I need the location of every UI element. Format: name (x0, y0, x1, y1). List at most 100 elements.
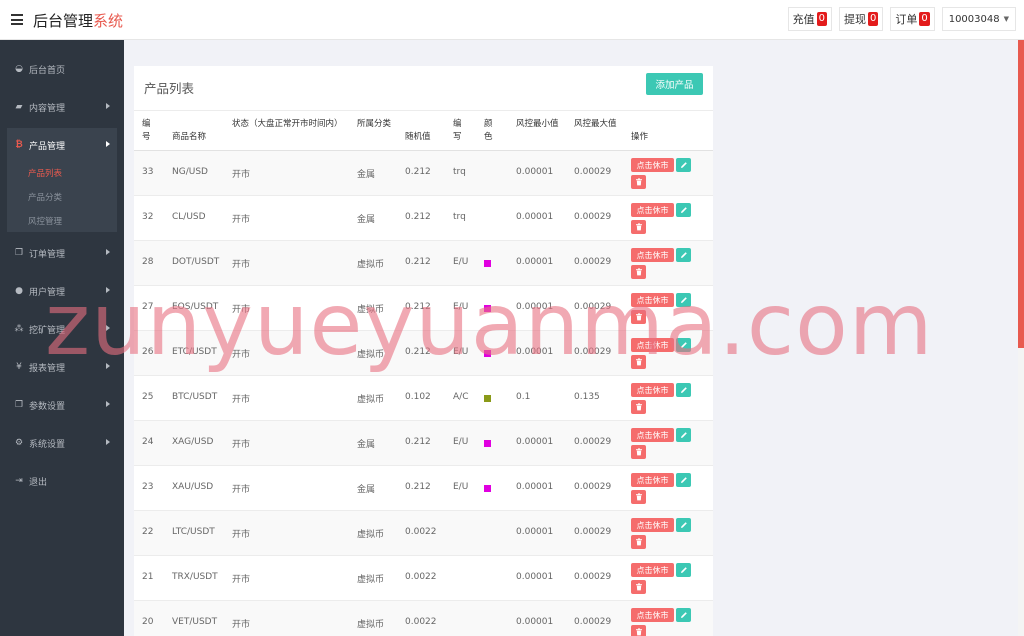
trash-icon (635, 583, 642, 591)
cell-risk-max: 0.00029 (574, 302, 612, 312)
edit-button[interactable] (676, 203, 691, 217)
table-row: 22 LTC/USDT 开市 虚拟币 0.0022 0.00001 0.00029 点击休市 (134, 511, 713, 556)
cell-name: XAG/USD (172, 437, 214, 447)
sidebar-subitem-risk-control[interactable]: 风控管理 (28, 215, 62, 227)
chevron-right-icon (106, 325, 110, 331)
scrollbar-thumb[interactable] (1018, 40, 1024, 348)
user-menu-button[interactable]: 10003048 ▼ (941, 7, 1016, 31)
cell-risk-min: 0.00001 (516, 527, 554, 537)
column-header-status: 状态（大盘正常开市时间内） (232, 119, 343, 129)
pencil-icon (680, 162, 687, 168)
sidebar-item-users[interactable]: ● 用户管理 (0, 281, 124, 301)
cell-id: 32 (142, 212, 154, 222)
close-market-button[interactable]: 点击休市 (631, 203, 674, 217)
sign-out-icon: ⇥ (15, 476, 23, 486)
sidebar-subitem-product-list[interactable]: 产品列表 (28, 167, 62, 179)
edit-button[interactable] (676, 518, 691, 532)
column-header-random: 随机值 (405, 132, 431, 142)
delete-button[interactable] (631, 400, 646, 414)
menu-toggle-icon[interactable] (11, 14, 23, 25)
cell-name: BTC/USDT (172, 392, 218, 402)
close-market-button[interactable]: 点击休市 (631, 158, 674, 172)
dashboard-icon: ◒ (15, 64, 23, 74)
trash-icon (635, 403, 642, 411)
sidebar-item-logout[interactable]: ⇥ 退出 (0, 471, 124, 491)
cell-code: trq (453, 167, 466, 177)
table-row: 24 XAG/USD 开市 金属 0.212 E/U 0.00001 0.00029 点击休市 (134, 421, 713, 466)
edit-button[interactable] (676, 293, 691, 307)
sitemap-icon: ⁂ (14, 324, 24, 334)
cell-random: 0.212 (405, 167, 431, 177)
delete-button[interactable] (631, 220, 646, 234)
sidebar-item-content[interactable]: ▰ 内容管理 (0, 97, 124, 117)
delete-button[interactable] (631, 175, 646, 189)
delete-button[interactable] (631, 535, 646, 549)
cell-status: 开市 (232, 530, 251, 540)
sidebar-item-parameters[interactable]: ❐ 参数设置 (0, 395, 124, 415)
add-product-button[interactable]: 添加产品 (646, 73, 703, 95)
delete-button[interactable] (631, 580, 646, 594)
sidebar-item-products[interactable]: ₿ 产品管理 (0, 135, 124, 155)
sidebar-item-reports[interactable]: ¥ 报表管理 (0, 357, 124, 377)
color-swatch (484, 350, 491, 357)
cell-name: NG/USD (172, 167, 208, 177)
sidebar-item-orders[interactable]: ❐ 订单管理 (0, 243, 124, 263)
cell-name: ETC/USDT (172, 347, 217, 357)
cell-risk-min: 0.00001 (516, 257, 554, 267)
edit-button[interactable] (676, 608, 691, 622)
cell-random: 0.0022 (405, 527, 437, 537)
sidebar-item-mining[interactable]: ⁂ 挖矿管理 (0, 319, 124, 339)
cell-risk-max: 0.00029 (574, 347, 612, 357)
table-row: 33 NG/USD 开市 金属 0.212 trq 0.00001 0.00029 点击休市 (134, 151, 713, 196)
close-market-button[interactable]: 点击休市 (631, 518, 674, 532)
sidebar-item-system[interactable]: ⚙ 系统设置 (0, 433, 124, 453)
close-market-button[interactable]: 点击休市 (631, 293, 674, 307)
cell-id: 33 (142, 167, 154, 177)
cell-name: XAU/USD (172, 482, 214, 492)
pencil-icon (680, 432, 687, 438)
delete-button[interactable] (631, 490, 646, 504)
pencil-icon (680, 567, 687, 573)
close-market-button[interactable]: 点击休市 (631, 383, 674, 397)
edit-button[interactable] (676, 338, 691, 352)
sidebar-item-home[interactable]: ◒ 后台首页 (0, 59, 124, 79)
edit-button[interactable] (676, 383, 691, 397)
chevron-right-icon (106, 141, 110, 147)
cell-name: VET/USDT (172, 617, 218, 627)
edit-button[interactable] (676, 428, 691, 442)
close-market-button[interactable]: 点击休市 (631, 473, 674, 487)
delete-button[interactable] (631, 445, 646, 459)
edit-button[interactable] (676, 248, 691, 262)
close-market-button[interactable]: 点击休市 (631, 563, 674, 577)
cell-risk-min: 0.00001 (516, 617, 554, 627)
close-market-button[interactable]: 点击休市 (631, 248, 674, 262)
recharge-count-badge: 0 (816, 12, 827, 26)
app-title-accent: 系统 (93, 12, 124, 30)
delete-button[interactable] (631, 310, 646, 324)
close-market-button[interactable]: 点击休市 (631, 428, 674, 442)
delete-button[interactable] (631, 265, 646, 279)
trash-icon (635, 223, 642, 231)
cell-random: 0.102 (405, 392, 431, 402)
color-swatch (484, 260, 491, 267)
edit-button[interactable] (676, 158, 691, 172)
close-market-button[interactable]: 点击休市 (631, 608, 674, 622)
cell-category: 虚拟币 (357, 575, 385, 585)
cell-id: 21 (142, 572, 154, 582)
pencil-icon (680, 387, 687, 393)
close-market-button[interactable]: 点击休市 (631, 338, 674, 352)
withdraw-button[interactable]: 提现 0 (838, 7, 884, 31)
recharge-button[interactable]: 充值 0 (787, 7, 832, 31)
edit-button[interactable] (676, 473, 691, 487)
table-row: 25 BTC/USDT 开市 虚拟币 0.102 A/C 0.1 0.135 点击休市 (134, 376, 713, 421)
edit-button[interactable] (676, 563, 691, 577)
chevron-right-icon (106, 287, 110, 293)
orders-button[interactable]: 订单 0 (890, 7, 935, 31)
sidebar-subitem-product-category[interactable]: 产品分类 (28, 191, 62, 203)
table-row: 27 EOS/USDT 开市 虚拟币 0.212 E/U 0.00001 0.00029 点击休… (134, 286, 713, 331)
cell-risk-max: 0.00029 (574, 482, 612, 492)
delete-button[interactable] (631, 355, 646, 369)
cell-code: E/U (453, 482, 469, 492)
color-swatch (484, 305, 491, 312)
delete-button[interactable] (631, 625, 646, 636)
